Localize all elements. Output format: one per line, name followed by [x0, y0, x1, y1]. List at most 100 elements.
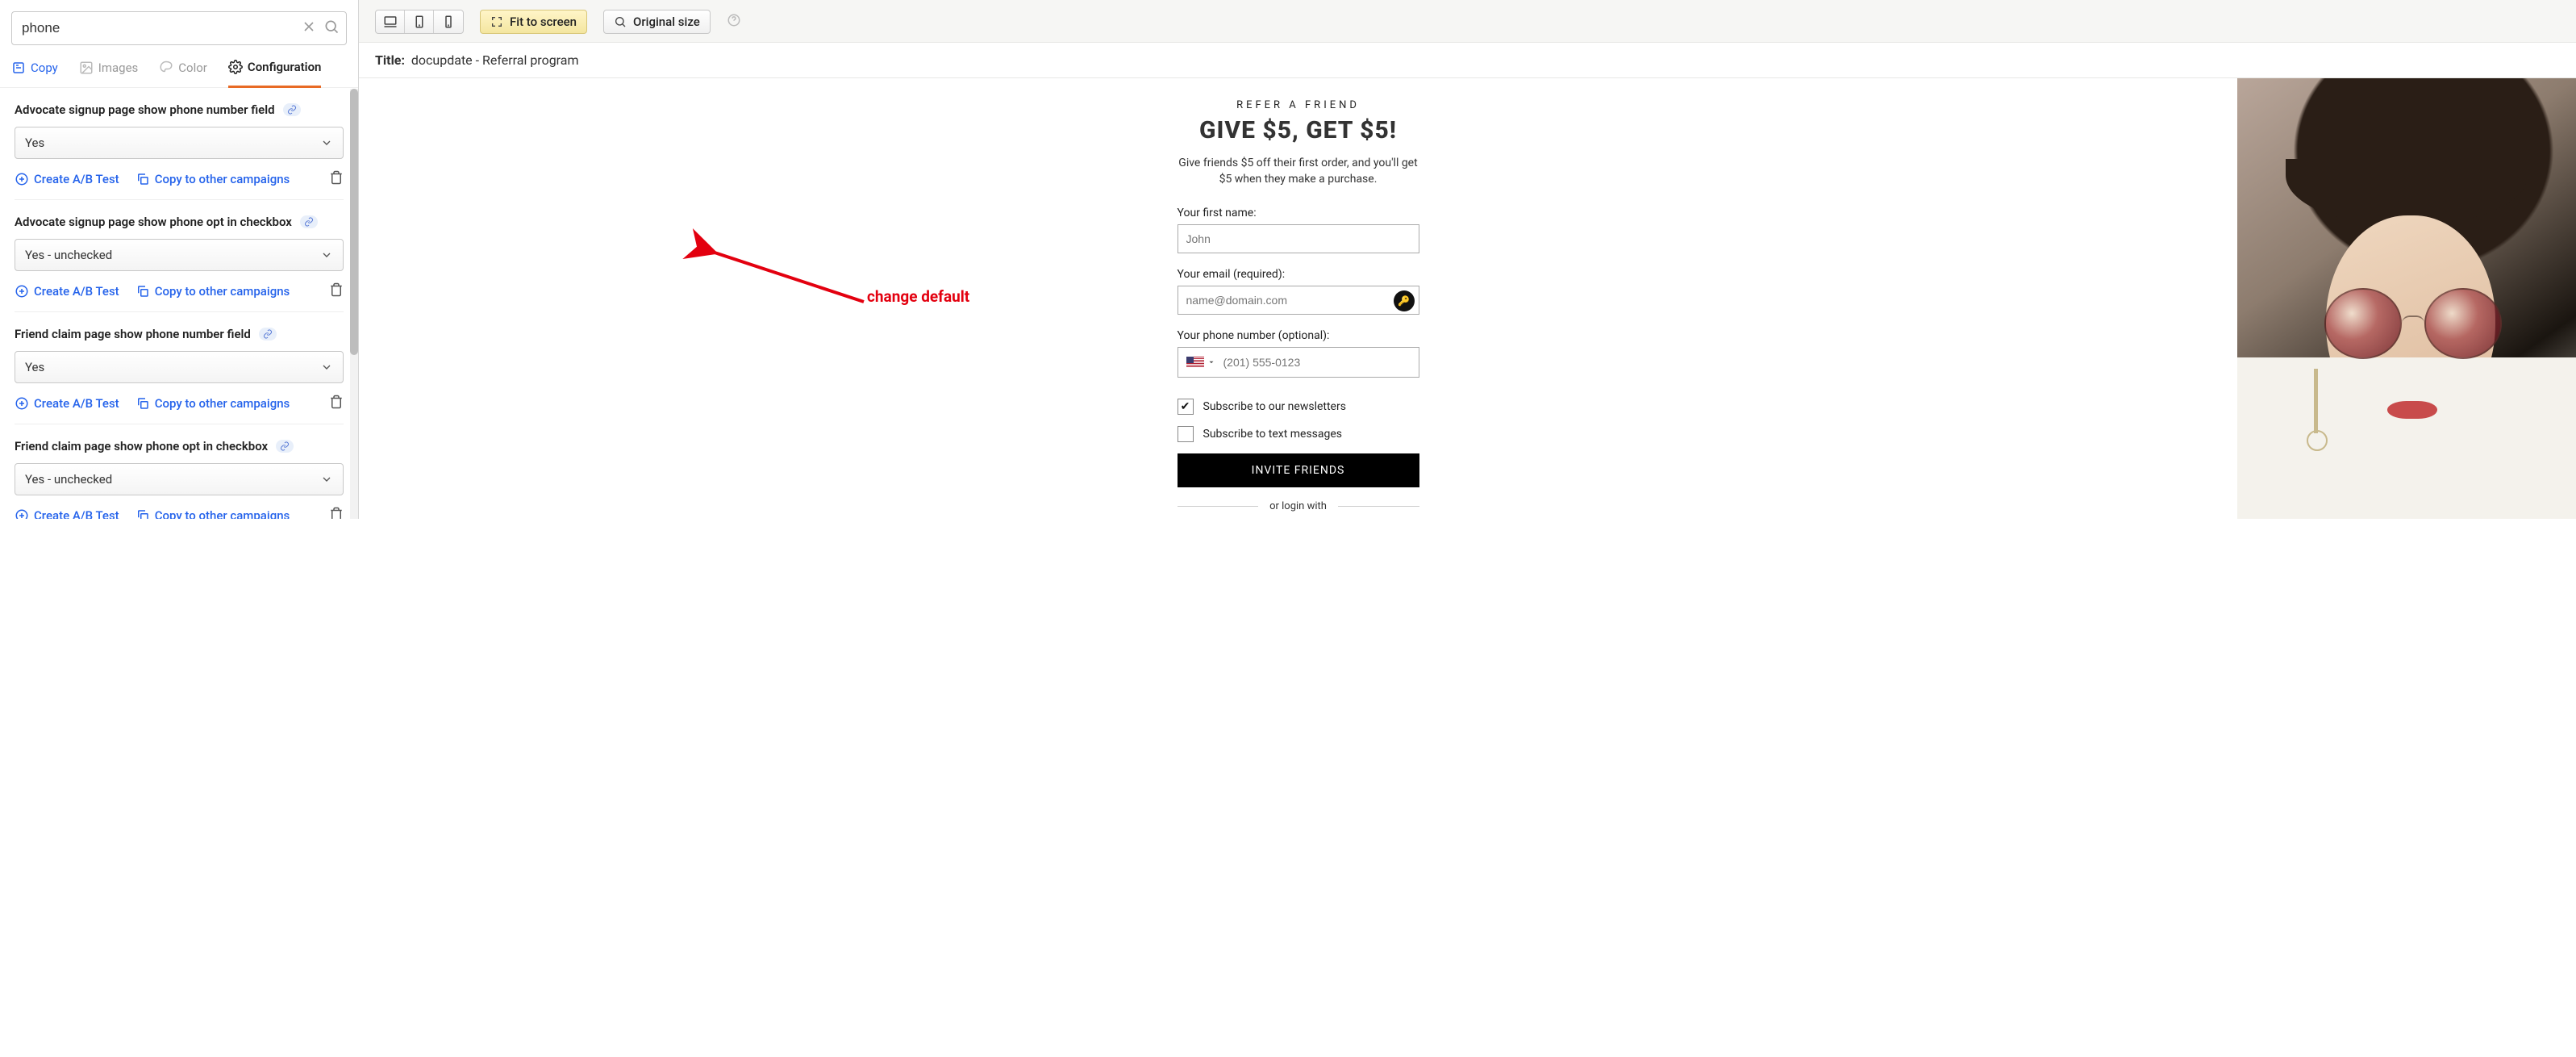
config-title: Friend claim page show phone number fiel… [15, 327, 251, 341]
create-ab-label: Create A/B Test [34, 508, 119, 519]
config-select[interactable]: Yes [15, 351, 344, 383]
tab-images[interactable]: Images [79, 61, 139, 86]
device-tablet-button[interactable] [405, 10, 434, 33]
delete-button[interactable] [329, 282, 344, 300]
title-value: docupdate - Referral program [411, 52, 579, 68]
config-select[interactable]: Yes - unchecked [15, 239, 344, 271]
first-name-input[interactable] [1178, 224, 1419, 253]
sms-checkbox[interactable] [1178, 426, 1194, 442]
delete-button[interactable] [329, 395, 344, 412]
search-box[interactable] [11, 11, 347, 45]
select-value: Yes [25, 360, 44, 374]
newsletter-checkbox[interactable] [1178, 399, 1194, 415]
login-row: or login with [1178, 500, 1419, 512]
trash-icon [329, 395, 344, 409]
referral-form: REFER A FRIEND GIVE $5, GET $5! Give fri… [1178, 99, 1419, 519]
config-select[interactable]: Yes - unchecked [15, 463, 344, 495]
hero-image [2237, 78, 2576, 519]
tab-copy-label: Copy [31, 61, 58, 75]
tab-configuration[interactable]: Configuration [228, 60, 322, 88]
copy-campaign-label: Copy to other campaigns [155, 284, 290, 299]
login-label: or login with [1269, 500, 1327, 512]
clear-icon[interactable] [301, 19, 317, 38]
first-name-label: Your first name: [1178, 207, 1419, 219]
headline: GIVE $5, GET $5! [1178, 116, 1419, 144]
newsletter-label: Subscribe to our newsletters [1203, 400, 1346, 413]
phone-label: Your phone number (optional): [1178, 329, 1419, 342]
main: Fit to screen Original size Title: docup… [359, 0, 2576, 519]
chevron-down-icon [320, 473, 333, 486]
scrollbar-thumb[interactable] [350, 89, 358, 355]
copy-icon [135, 396, 150, 411]
config-item: Advocate signup page show phone opt in c… [15, 200, 344, 312]
invite-button[interactable]: INVITE FRIENDS [1178, 453, 1419, 487]
config-title: Friend claim page show phone opt in chec… [15, 439, 268, 453]
plus-circle-icon [15, 508, 29, 519]
email-label: Your email (required): [1178, 268, 1419, 281]
copy-campaign-label: Copy to other campaigns [155, 508, 290, 519]
newsletter-row[interactable]: Subscribe to our newsletters [1178, 399, 1419, 415]
config-item: Friend claim page show phone number fiel… [15, 312, 344, 424]
chevron-down-icon [320, 361, 333, 374]
link-icon[interactable] [300, 215, 318, 228]
sms-label: Subscribe to text messages [1203, 428, 1343, 441]
device-mobile-button[interactable] [434, 10, 463, 33]
create-ab-label: Create A/B Test [34, 172, 119, 186]
config-list: Advocate signup page show phone number f… [0, 88, 358, 519]
sms-row[interactable]: Subscribe to text messages [1178, 426, 1419, 442]
phone-input[interactable] [1223, 348, 1419, 377]
fit-icon [490, 15, 503, 28]
create-ab-button[interactable]: Create A/B Test [15, 508, 119, 519]
tab-copy[interactable]: Copy [11, 61, 58, 86]
tab-color[interactable]: Color [159, 61, 207, 86]
trash-icon [329, 507, 344, 519]
create-ab-button[interactable]: Create A/B Test [15, 284, 119, 299]
key-icon[interactable]: 🔑 [1394, 290, 1415, 311]
copy-campaign-button[interactable]: Copy to other campaigns [135, 508, 290, 519]
fit-to-screen-button[interactable]: Fit to screen [480, 10, 587, 34]
original-size-button[interactable]: Original size [603, 10, 711, 34]
search-icon[interactable] [323, 19, 340, 38]
config-title: Advocate signup page show phone opt in c… [15, 215, 292, 229]
preview-canvas: REFER A FRIEND GIVE $5, GET $5! Give fri… [359, 78, 2576, 519]
config-title: Advocate signup page show phone number f… [15, 102, 275, 117]
select-value: Yes [25, 136, 44, 150]
create-ab-button[interactable]: Create A/B Test [15, 396, 119, 411]
sidebar-tabs: Copy Images Color Configuration [0, 45, 358, 88]
copy-icon [135, 172, 150, 186]
chevron-down-icon [320, 136, 333, 149]
link-icon[interactable] [283, 103, 301, 116]
email-input[interactable] [1178, 286, 1419, 315]
sidebar: Copy Images Color Configuration Advocate… [0, 0, 359, 519]
copy-campaign-button[interactable]: Copy to other campaigns [135, 284, 290, 299]
flag-icon [1186, 357, 1204, 368]
config-item: Friend claim page show phone opt in chec… [15, 424, 344, 519]
help-icon[interactable] [727, 13, 741, 31]
tab-color-label: Color [178, 61, 207, 75]
tab-configuration-label: Configuration [248, 60, 322, 74]
device-group [375, 10, 464, 34]
tab-images-label: Images [98, 61, 139, 75]
search-input[interactable] [22, 20, 301, 36]
link-icon[interactable] [259, 328, 277, 340]
config-item: Advocate signup page show phone number f… [15, 88, 344, 200]
sidebar-scrollbar[interactable] [350, 89, 358, 519]
chevron-down-icon [320, 249, 333, 261]
country-picker[interactable] [1178, 348, 1223, 377]
copy-campaign-button[interactable]: Copy to other campaigns [135, 172, 290, 186]
plus-circle-icon [15, 172, 29, 186]
delete-button[interactable] [329, 170, 344, 188]
copy-campaign-label: Copy to other campaigns [155, 396, 290, 411]
copy-campaign-label: Copy to other campaigns [155, 172, 290, 186]
copy-icon [135, 508, 150, 519]
config-select[interactable]: Yes [15, 127, 344, 159]
select-value: Yes - unchecked [25, 248, 112, 262]
title-bar: Title: docupdate - Referral program [359, 42, 2576, 78]
device-desktop-button[interactable] [376, 10, 405, 33]
delete-button[interactable] [329, 507, 344, 519]
copy-campaign-button[interactable]: Copy to other campaigns [135, 396, 290, 411]
magnifier-icon [614, 15, 627, 28]
create-ab-button[interactable]: Create A/B Test [15, 172, 119, 186]
link-icon[interactable] [276, 440, 294, 453]
caret-down-icon [1207, 358, 1215, 366]
